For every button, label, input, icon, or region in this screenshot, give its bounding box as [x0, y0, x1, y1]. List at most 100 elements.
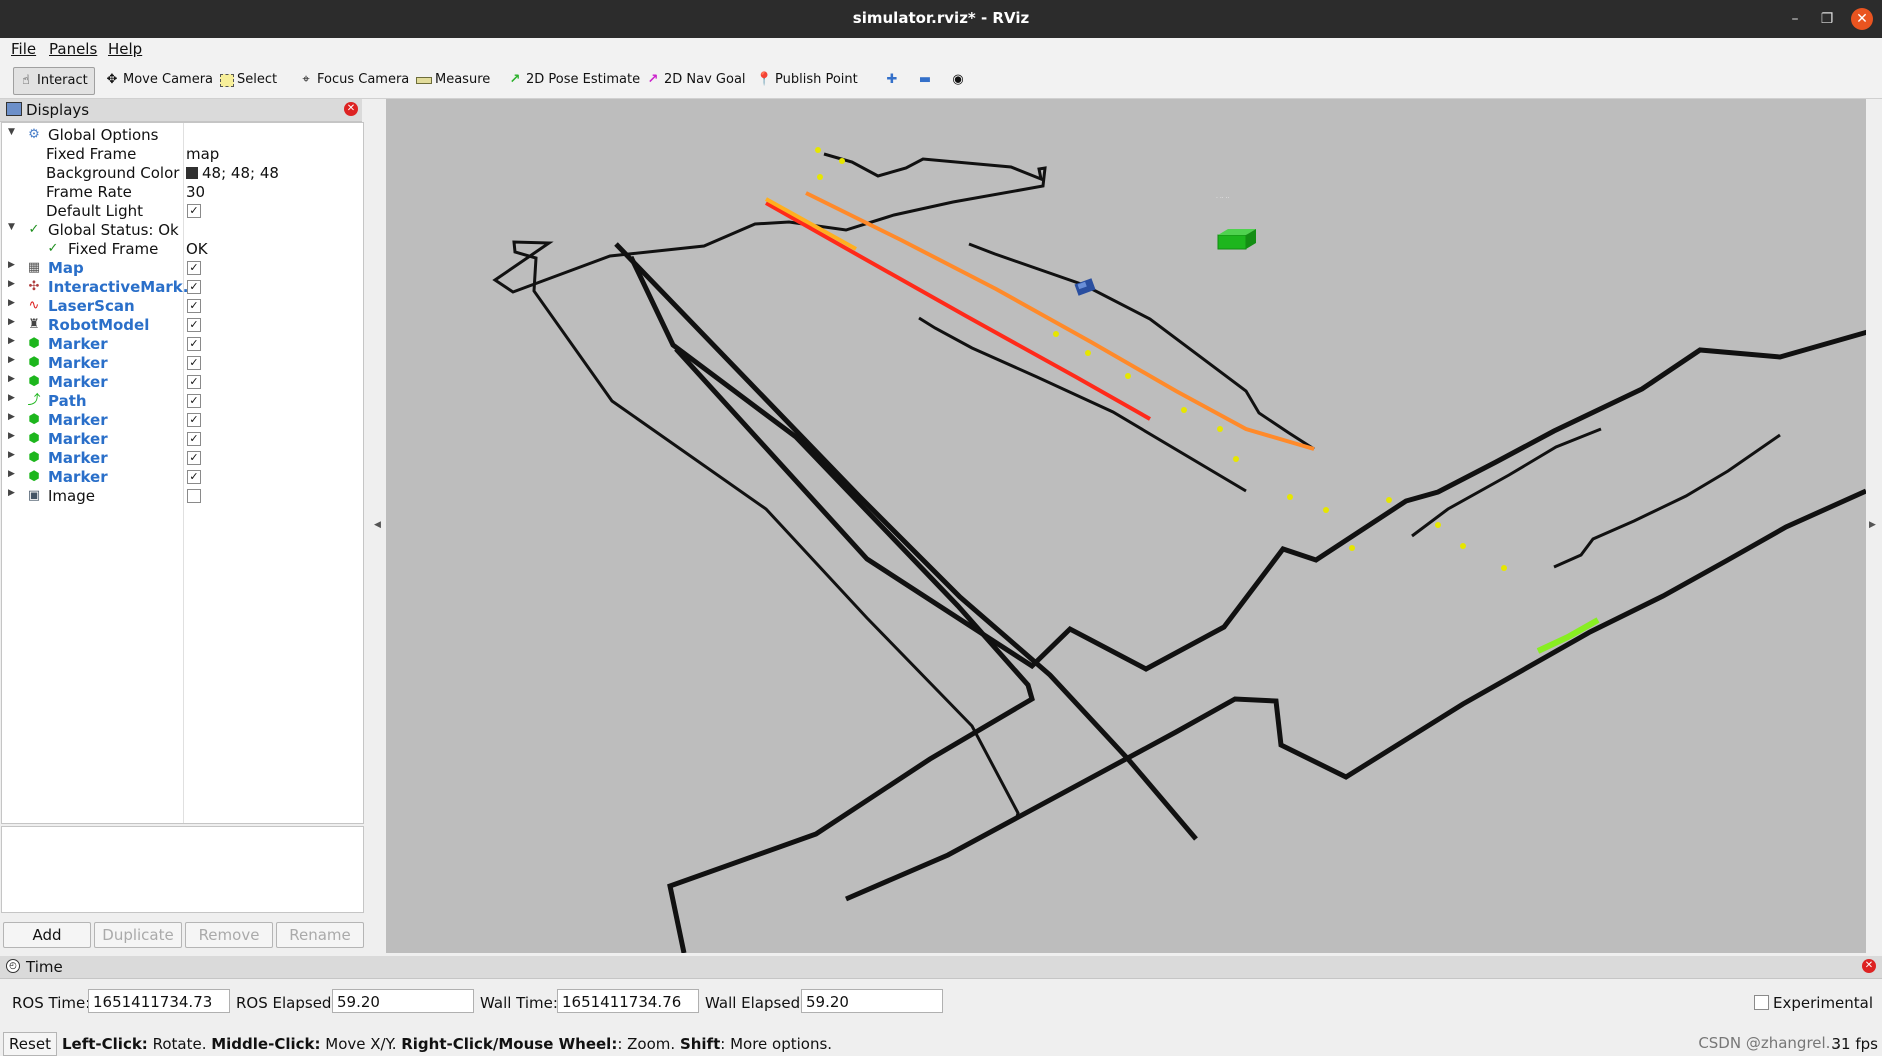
tool-measure[interactable]: Measure: [412, 67, 496, 93]
display-enabled-checkbox[interactable]: ✓: [187, 432, 201, 446]
display-enabled-checkbox[interactable]: ✓: [187, 280, 201, 294]
tool-focus-camera[interactable]: ⌖ Focus Camera: [294, 67, 415, 93]
tree-row-display-marker[interactable]: ▶ ⬢ Marker ✓: [2, 335, 363, 354]
expand-arrow-icon[interactable]: ▶: [8, 469, 15, 479]
display-name: Marker: [48, 354, 108, 372]
tree-label: Default Light: [46, 202, 144, 220]
view-options-button[interactable]: ◉: [946, 67, 972, 93]
3d-render-viewport[interactable]: · ·· ··: [386, 99, 1866, 953]
expand-arrow-icon[interactable]: ▶: [8, 374, 15, 384]
display-enabled-checkbox[interactable]: ✓: [187, 337, 201, 351]
expand-arrow-icon[interactable]: ▶: [8, 431, 15, 441]
tree-row-fixed-frame[interactable]: Fixed Frame map: [2, 145, 363, 164]
close-panel-icon[interactable]: ✕: [1862, 959, 1876, 973]
rename-display-button[interactable]: Rename: [276, 922, 364, 948]
tool-interact[interactable]: ☝ Interact: [13, 67, 95, 95]
display-enabled-checkbox[interactable]: ✓: [187, 261, 201, 275]
display-name: LaserScan: [48, 297, 135, 315]
window-title: simulator.rviz* - RViz: [852, 9, 1030, 27]
expand-arrow-icon[interactable]: ▶: [8, 260, 15, 270]
duplicate-display-button[interactable]: Duplicate: [94, 922, 182, 948]
expand-arrow-icon[interactable]: ▶: [8, 488, 15, 498]
menu-panels[interactable]: Panels: [49, 40, 97, 58]
background-color-value[interactable]: 48; 48; 48: [186, 164, 279, 182]
display-enabled-checkbox[interactable]: [187, 489, 201, 503]
fixed-frame-value[interactable]: map: [186, 145, 219, 163]
tree-row-frame-rate[interactable]: Frame Rate 30: [2, 183, 363, 202]
expand-arrow-icon[interactable]: ▶: [8, 393, 15, 403]
collapse-right-panel-icon[interactable]: ▶: [1869, 520, 1876, 530]
close-panel-icon[interactable]: ✕: [344, 102, 358, 116]
collapse-left-panel-icon[interactable]: ◀: [374, 520, 381, 530]
maximize-icon[interactable]: ❐: [1816, 8, 1838, 30]
menu-help[interactable]: Help: [108, 40, 142, 58]
ros-elapsed-field[interactable]: 59.20: [332, 989, 474, 1013]
tree-row-global-status[interactable]: ▼ ✓ Global Status: Ok: [2, 221, 363, 240]
expand-arrow-icon[interactable]: ▼: [8, 127, 15, 137]
menu-file[interactable]: File: [11, 40, 36, 58]
tree-label: Frame Rate: [46, 183, 132, 201]
tree-row-display-marker[interactable]: ▶ ⬢ Marker ✓: [2, 411, 363, 430]
tree-row-display-path[interactable]: ▶ ⤴ Path ✓: [2, 392, 363, 411]
tree-row-display-marker[interactable]: ▶ ⬢ Marker ✓: [2, 354, 363, 373]
display-enabled-checkbox[interactable]: ✓: [187, 470, 201, 484]
expand-arrow-icon[interactable]: ▶: [8, 336, 15, 346]
add-tool-button[interactable]: ✚: [880, 67, 906, 93]
tree-row-status-fixed-frame[interactable]: ✓ Fixed Frame OK: [2, 240, 363, 259]
tool-move-camera[interactable]: ✥ Move Camera: [100, 67, 219, 93]
wall-elapsed-field[interactable]: 59.20: [801, 989, 943, 1013]
tree-row-display-marker[interactable]: ▶ ⬢ Marker ✓: [2, 430, 363, 449]
display-enabled-checkbox[interactable]: ✓: [187, 451, 201, 465]
ros-time-label: ROS Time:: [12, 994, 91, 1012]
expand-arrow-icon[interactable]: ▶: [8, 317, 15, 327]
default-light-checkbox[interactable]: ✓: [187, 204, 201, 218]
expand-arrow-icon[interactable]: ▶: [8, 355, 15, 365]
tree-row-display-laserscan[interactable]: ▶ ∿ LaserScan ✓: [2, 297, 363, 316]
add-display-button[interactable]: Add: [3, 922, 91, 948]
display-enabled-checkbox[interactable]: ✓: [187, 356, 201, 370]
tool-select[interactable]: Select: [216, 67, 283, 93]
tree-row-background-color[interactable]: Background Color 48; 48; 48: [2, 164, 363, 183]
remove-display-button[interactable]: Remove: [185, 922, 273, 948]
display-enabled-checkbox[interactable]: ✓: [187, 413, 201, 427]
tree-row-default-light[interactable]: Default Light ✓: [2, 202, 363, 221]
display-enabled-checkbox[interactable]: ✓: [187, 375, 201, 389]
display-name: Map: [48, 259, 84, 277]
hint-right-click: Right-Click/Mouse Wheel:: [401, 1035, 618, 1053]
tool-publish-point[interactable]: 📍 Publish Point: [752, 67, 864, 93]
experimental-checkbox[interactable]: [1754, 995, 1769, 1010]
display-enabled-checkbox[interactable]: ✓: [187, 318, 201, 332]
tool-2d-nav-goal[interactable]: ↗ 2D Nav Goal: [641, 67, 752, 93]
tree-row-display-map[interactable]: ▶ ▦ Map ✓: [2, 259, 363, 278]
display-enabled-checkbox[interactable]: ✓: [187, 299, 201, 313]
tree-row-global-options[interactable]: ▼ ⚙ Global Options: [2, 126, 363, 145]
tree-row-display-marker[interactable]: ▶ ⬢ Marker ✓: [2, 373, 363, 392]
reset-button[interactable]: Reset: [3, 1032, 57, 1056]
color-value-text: 48; 48; 48: [202, 164, 279, 182]
expand-arrow-icon[interactable]: ▶: [8, 279, 15, 289]
fps-counter: 31 fps: [1831, 1035, 1878, 1053]
tree-row-display-interactivemark-[interactable]: ▶ ✣ InteractiveMark... ✓: [2, 278, 363, 297]
close-window-icon[interactable]: ✕: [1851, 8, 1873, 30]
tree-row-display-marker[interactable]: ▶ ⬢ Marker ✓: [2, 449, 363, 468]
tool-2d-pose-estimate[interactable]: ↗ 2D Pose Estimate: [503, 67, 646, 93]
tree-row-display-robotmodel[interactable]: ▶ ♜ RobotModel ✓: [2, 316, 363, 335]
tree-row-display-image[interactable]: ▶ ▣ Image: [2, 487, 363, 506]
path-line-icon: ⤴: [27, 393, 41, 408]
tree-row-display-marker[interactable]: ▶ ⬢ Marker ✓: [2, 468, 363, 487]
monitor-icon: [6, 102, 22, 116]
ros-time-field[interactable]: 1651411734.73: [88, 989, 230, 1013]
expand-arrow-icon[interactable]: ▶: [8, 298, 15, 308]
tree-label: Fixed Frame: [46, 145, 137, 163]
display-name: Marker: [48, 468, 108, 486]
minimize-icon[interactable]: –: [1784, 8, 1806, 30]
display-enabled-checkbox[interactable]: ✓: [187, 394, 201, 408]
frame-rate-value[interactable]: 30: [186, 183, 205, 201]
map-walls-near: [614, 242, 1866, 953]
eye-icon: ◉: [952, 72, 964, 87]
expand-arrow-icon[interactable]: ▶: [8, 412, 15, 422]
expand-arrow-icon[interactable]: ▼: [8, 222, 15, 232]
remove-tool-button[interactable]: ▬: [913, 67, 939, 93]
wall-time-field[interactable]: 1651411734.76: [557, 989, 699, 1013]
expand-arrow-icon[interactable]: ▶: [8, 450, 15, 460]
